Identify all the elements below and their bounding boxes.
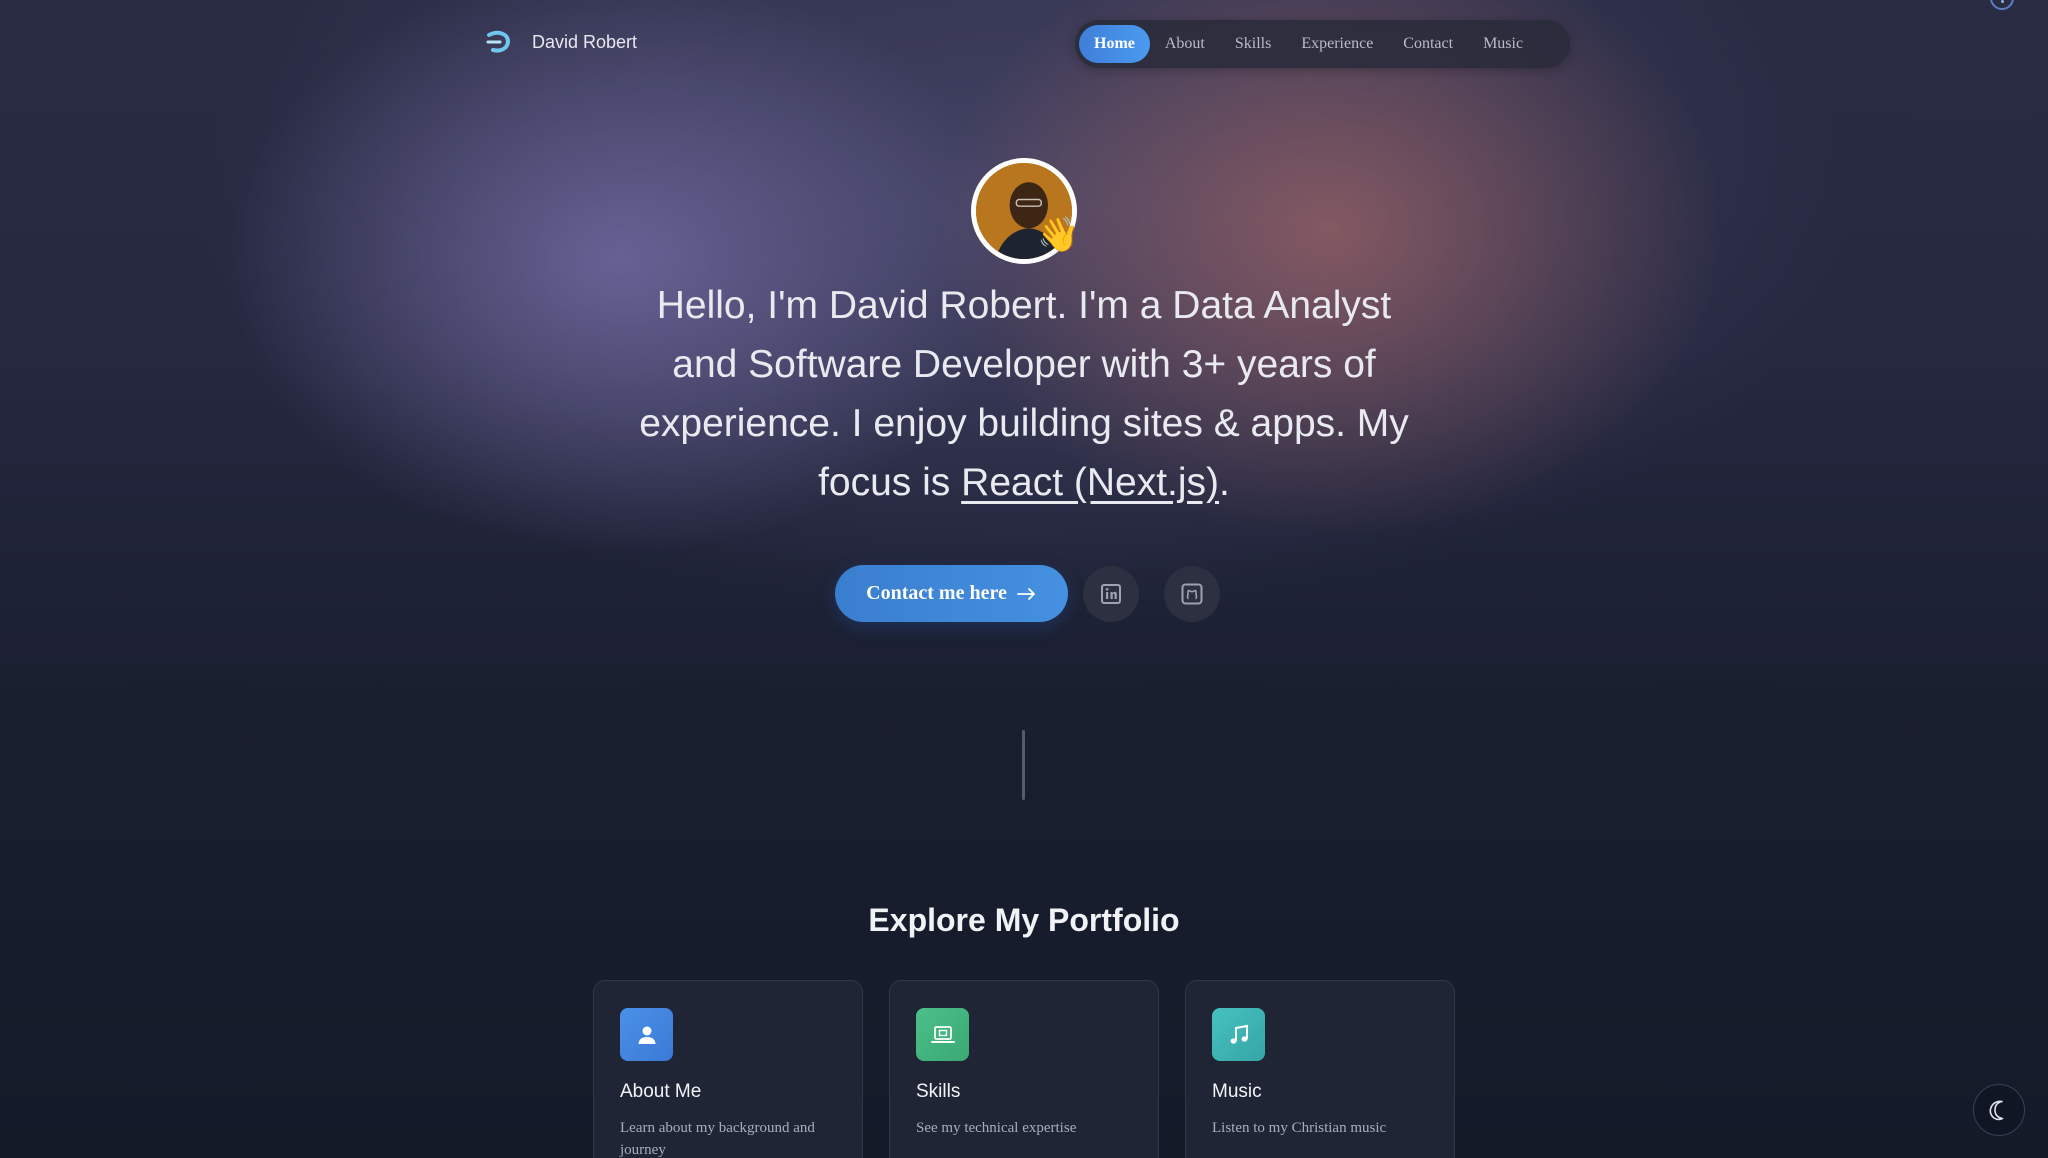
theme-toggle-button[interactable] (1973, 1084, 2025, 1136)
github-icon (1181, 583, 1203, 604)
card-music[interactable]: Music Listen to my Christian music (1185, 980, 1455, 1158)
logo-icon (486, 30, 510, 53)
nav-music[interactable]: Music (1468, 25, 1538, 63)
brand[interactable]: David Robert (486, 28, 637, 56)
hero-intro-end: . (1219, 461, 1230, 504)
github-button[interactable] (1164, 565, 1220, 622)
music-note-icon (1212, 1008, 1265, 1061)
card-description: See my technical expertise (916, 1120, 1077, 1136)
brand-name: David Robert (532, 31, 638, 52)
contact-me-button[interactable]: Contact me here (835, 565, 1068, 622)
nav-contact[interactable]: Contact (1388, 25, 1468, 63)
card-description: Learn about my background and journey (620, 1120, 815, 1158)
nav-experience[interactable]: Experience (1286, 25, 1388, 63)
hero-actions: Contact me here (835, 565, 1220, 622)
main-nav: Home About Skills Experience Contact Mus… (1075, 20, 1570, 68)
hero-focus-link[interactable]: React (Next.js) (961, 461, 1219, 504)
arrow-right-icon (1016, 587, 1035, 600)
card-description: Listen to my Christian music (1212, 1120, 1387, 1136)
linkedin-button[interactable] (1083, 565, 1139, 622)
hero-intro: Hello, I'm David Robert. I'm a Data Anal… (624, 276, 1424, 512)
nav-home[interactable]: Home (1079, 25, 1150, 63)
site-header: David Robert Home About Skills Experienc… (0, 0, 2048, 88)
linkedin-icon (1101, 583, 1121, 604)
scroll-indicator (1022, 730, 1025, 800)
wave-emoji: 👋 (1037, 216, 1080, 254)
card-title: About Me (620, 1081, 702, 1102)
portfolio-title: Explore My Portfolio (868, 902, 1180, 938)
moon-icon (1989, 1100, 2004, 1121)
card-skills[interactable]: Skills See my technical expertise (889, 980, 1159, 1158)
nav-about[interactable]: About (1150, 25, 1220, 63)
card-about-me[interactable]: About Me Learn about my background and j… (593, 980, 863, 1158)
portfolio-cards: About Me Learn about my background and j… (593, 980, 1455, 1158)
card-title: Music (1212, 1081, 1262, 1102)
laptop-icon (916, 1008, 969, 1061)
user-icon (620, 1008, 673, 1061)
nav-skills[interactable]: Skills (1220, 25, 1286, 63)
card-title: Skills (916, 1081, 961, 1102)
contact-me-label: Contact me here (866, 582, 1007, 604)
